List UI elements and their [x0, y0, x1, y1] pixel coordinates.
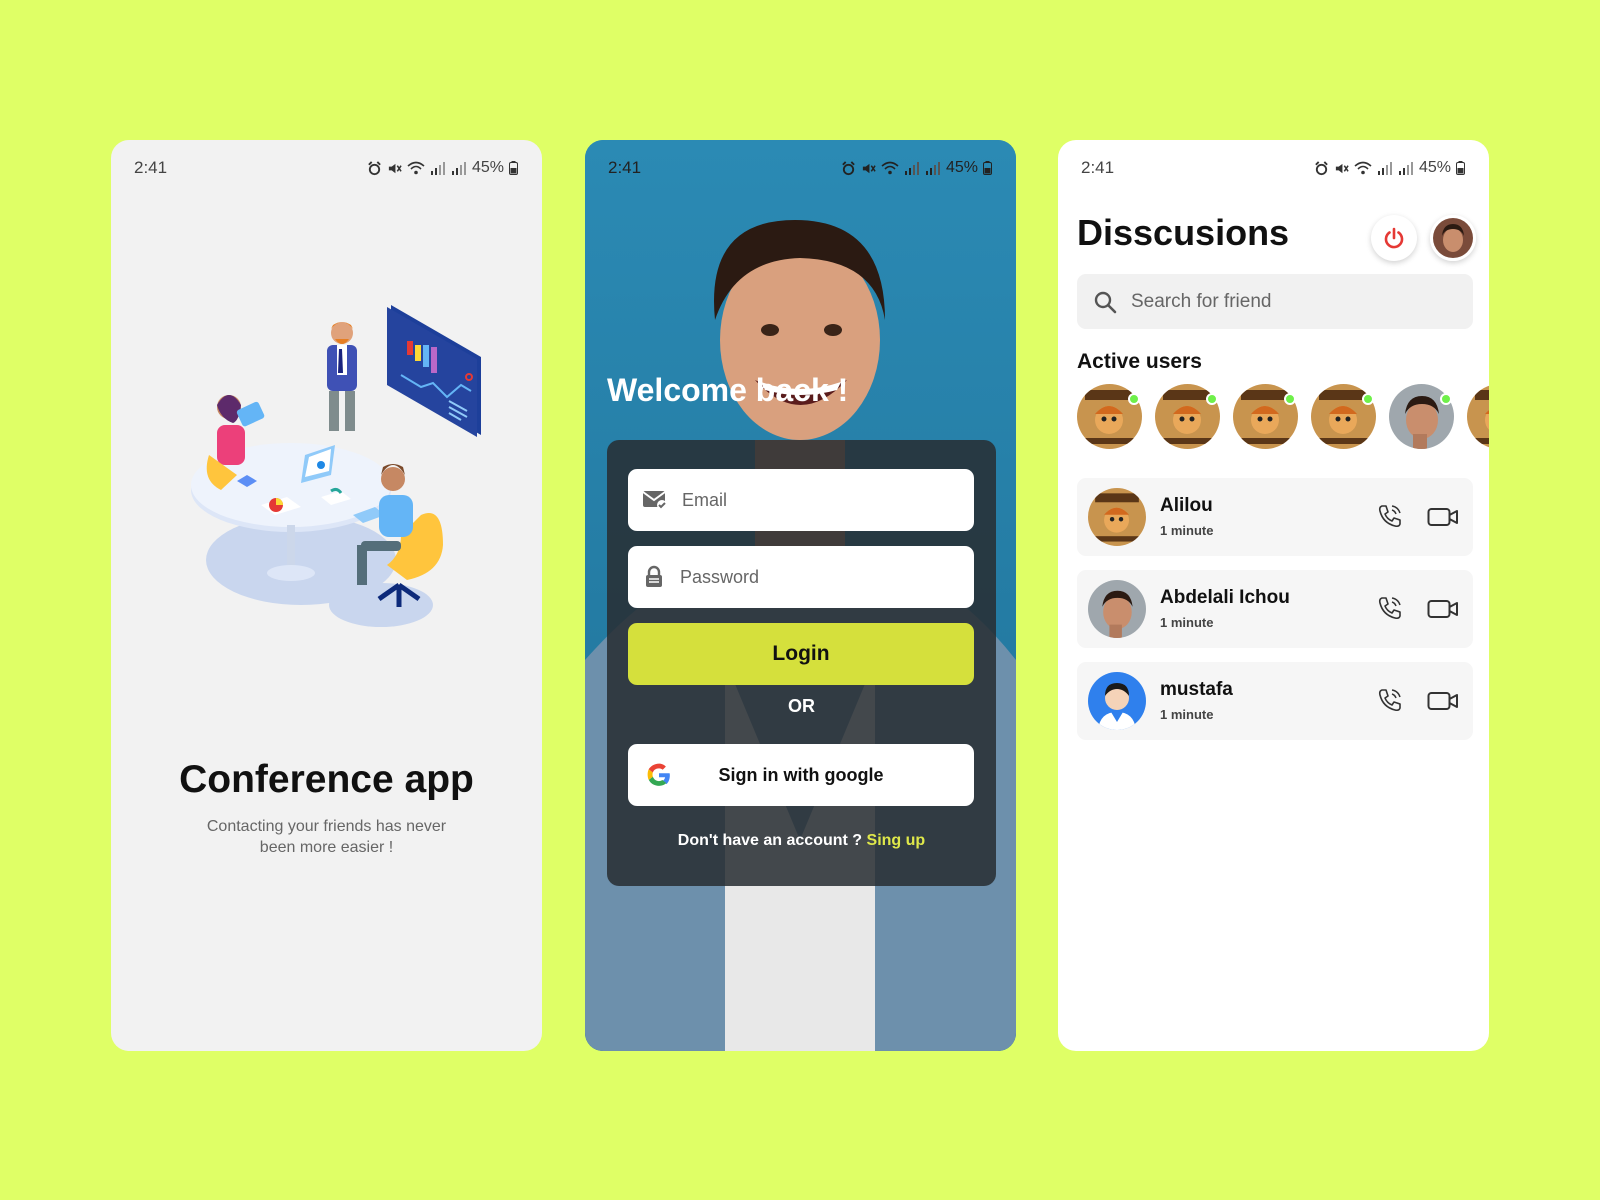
onboarding-screen: 2:41 45% Conference app Contacting your …	[111, 140, 542, 1051]
chat-time: 1 minute	[1160, 523, 1214, 538]
online-indicator	[1206, 393, 1218, 405]
video-call-icon[interactable]	[1427, 598, 1459, 620]
search-bar[interactable]	[1077, 274, 1473, 329]
battery-icon	[509, 161, 518, 175]
search-icon	[1094, 291, 1117, 313]
login-screen: 2:41 45% Welcome back ! Email Password L…	[585, 140, 1016, 1051]
battery-percent: 45%	[945, 159, 978, 176]
signal-icon	[1377, 162, 1392, 175]
phone-call-icon[interactable]	[1377, 503, 1403, 529]
email-placeholder: Email	[682, 489, 728, 510]
chat-name: mustafa	[1160, 679, 1233, 700]
profile-avatar[interactable]	[1430, 215, 1476, 261]
wanted-poster-avatar	[1467, 384, 1489, 449]
logout-button[interactable]	[1371, 215, 1417, 261]
search-input[interactable]	[1131, 290, 1431, 313]
wifi-icon	[1354, 161, 1372, 174]
battery-percent: 45%	[1418, 159, 1451, 176]
online-indicator	[1284, 393, 1296, 405]
status-icons: 45%	[367, 159, 518, 177]
signal-icon	[1398, 162, 1413, 175]
meeting-illustration	[191, 305, 481, 627]
mute-icon	[1335, 163, 1349, 173]
login-card: Email Password Login OR Sign in with goo…	[607, 440, 996, 886]
signal-icon	[430, 162, 445, 175]
status-icons: 45%	[1314, 159, 1465, 177]
login-button[interactable]: Login	[628, 623, 974, 685]
page-title: Disscusions	[1077, 212, 1290, 253]
online-indicator	[1362, 393, 1374, 405]
wanted-poster-avatar	[1088, 488, 1146, 546]
discussions-screen: 2:41 45% Disscusions Active u	[1058, 140, 1489, 1051]
signup-prompt: Don't have an account ? Sing up	[607, 832, 996, 850]
phone-call-icon[interactable]	[1377, 595, 1403, 621]
signup-link[interactable]: Sing up	[867, 832, 926, 849]
status-bar: 2:41 45%	[585, 140, 1016, 196]
power-icon	[1384, 227, 1404, 249]
alarm-icon	[1315, 160, 1328, 175]
app-title: Conference app	[179, 758, 474, 801]
man-photo-avatar	[1088, 580, 1146, 638]
status-bar: 2:41 45%	[111, 140, 542, 196]
chat-name: Abdelali Ichou	[1160, 587, 1290, 608]
mute-icon	[388, 163, 402, 173]
active-user[interactable]	[1077, 384, 1142, 449]
mail-check-icon	[642, 491, 667, 510]
lock-icon	[646, 565, 662, 587]
status-icons: 45%	[841, 159, 992, 177]
password-placeholder: Password	[680, 566, 760, 587]
status-time: 2:41	[1081, 158, 1115, 177]
chat-time: 1 minute	[1160, 707, 1214, 722]
chat-time: 1 minute	[1160, 615, 1214, 630]
alarm-icon	[842, 160, 855, 175]
active-user[interactable]	[1233, 384, 1298, 449]
google-signin-label: Sign in with google	[718, 764, 884, 785]
video-call-icon[interactable]	[1427, 506, 1459, 528]
chat-item[interactable]: Alilou 1 minute	[1077, 478, 1473, 556]
video-call-icon[interactable]	[1427, 690, 1459, 712]
chat-name: Alilou	[1160, 495, 1213, 516]
active-user[interactable]	[1389, 384, 1454, 449]
google-signin-button[interactable]: Sign in with google	[628, 744, 974, 806]
battery-icon	[983, 161, 992, 175]
status-time: 2:41	[608, 158, 642, 177]
wifi-icon	[407, 161, 425, 174]
password-field[interactable]: Password	[628, 546, 974, 608]
no-account-text: Don't have an account ?	[677, 832, 863, 849]
active-user[interactable]	[1467, 384, 1489, 449]
email-field[interactable]: Email	[628, 469, 974, 531]
active-users-list	[1077, 384, 1489, 452]
man-photo-avatar	[1433, 218, 1473, 258]
status-bar: 2:41 45%	[1058, 140, 1489, 196]
status-time: 2:41	[134, 158, 168, 177]
chat-item[interactable]: mustafa 1 minute	[1077, 662, 1473, 740]
online-indicator	[1128, 393, 1140, 405]
signal-icon	[451, 162, 466, 175]
active-user[interactable]	[1155, 384, 1220, 449]
battery-icon	[1456, 161, 1465, 175]
active-user[interactable]	[1311, 384, 1376, 449]
default-user-avatar	[1088, 672, 1146, 730]
active-users-heading: Active users	[1077, 350, 1202, 373]
online-indicator	[1440, 393, 1452, 405]
battery-percent: 45%	[471, 159, 504, 176]
signal-icon	[925, 162, 940, 175]
signal-icon	[904, 162, 919, 175]
alarm-icon	[368, 160, 381, 175]
chat-item[interactable]: Abdelali Ichou 1 minute	[1077, 570, 1473, 648]
google-icon	[647, 763, 670, 786]
welcome-heading: Welcome back !	[607, 372, 849, 408]
app-subtitle: Contacting your friends has never been m…	[206, 818, 447, 856]
wifi-icon	[881, 161, 899, 174]
phone-call-icon[interactable]	[1377, 687, 1403, 713]
mute-icon	[862, 163, 876, 173]
or-divider: OR	[788, 696, 815, 716]
